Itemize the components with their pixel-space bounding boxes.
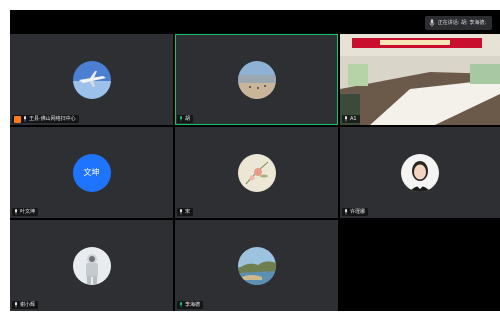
participant-name-label: 宋 [177, 208, 194, 216]
participant-name: 王县·佛山网络扫中心 [29, 116, 76, 122]
participant-tile[interactable]: 胡 [175, 34, 338, 125]
microphone-icon [180, 209, 182, 215]
participant-name: A1 [350, 116, 357, 122]
microphone-icon [24, 116, 26, 122]
participant-name-label: 王县·佛山网络扫中心 [12, 115, 79, 123]
microphone-icon [180, 116, 182, 122]
astronaut-avatar [72, 246, 111, 285]
participant-tile[interactable]: 宋 [175, 127, 338, 218]
conference-room-video [340, 34, 500, 125]
microphone-icon [429, 19, 435, 27]
woman-portrait-avatar [401, 153, 439, 192]
video-grid: 王县·佛山网络扫中心 胡 A1 文坤 叶文坤 宋 许瑾娜 谢小辉 李海德 [10, 34, 500, 311]
airplane-avatar [72, 60, 111, 99]
participant-name-label: 叶文坤 [12, 208, 39, 216]
flower-painting-avatar [237, 153, 276, 192]
coast-avatar [237, 246, 276, 285]
participant-tile[interactable]: 文坤 叶文坤 [10, 127, 173, 218]
microphone-icon [180, 302, 182, 308]
participant-name: 谢小辉 [20, 302, 36, 308]
participant-name-label: 胡 [177, 115, 194, 123]
participant-name: 李海德 [185, 302, 201, 308]
participant-name-label: 谢小辉 [12, 301, 39, 309]
microphone-icon [15, 209, 17, 215]
participant-tile[interactable]: A1 [340, 34, 500, 125]
host-badge-icon [14, 115, 21, 123]
participant-name-label: 许瑾娜 [342, 208, 369, 216]
participant-name-label: 李海德 [177, 301, 204, 309]
participant-name: 叶文坤 [20, 209, 36, 215]
microphone-icon [15, 302, 17, 308]
beach-avatar [237, 60, 276, 99]
participant-tile[interactable]: 谢小辉 [10, 220, 173, 311]
participant-tile[interactable]: 王县·佛山网络扫中心 [10, 34, 173, 125]
participant-name: 胡 [185, 116, 191, 122]
participant-name: 宋 [185, 209, 191, 215]
speaking-indicator: 正在讲话: 胡; 李海德; [424, 16, 492, 30]
microphone-icon [345, 209, 347, 215]
speaking-text: 正在讲话: 胡; 李海德; [437, 20, 486, 26]
participant-tile[interactable]: 李海德 [175, 220, 338, 311]
participant-tile[interactable]: 许瑾娜 [340, 127, 500, 218]
microphone-icon [345, 116, 347, 122]
text-avatar: 文坤 [72, 153, 111, 192]
participant-name-label: A1 [342, 115, 360, 123]
participant-name: 许瑾娜 [350, 209, 366, 215]
